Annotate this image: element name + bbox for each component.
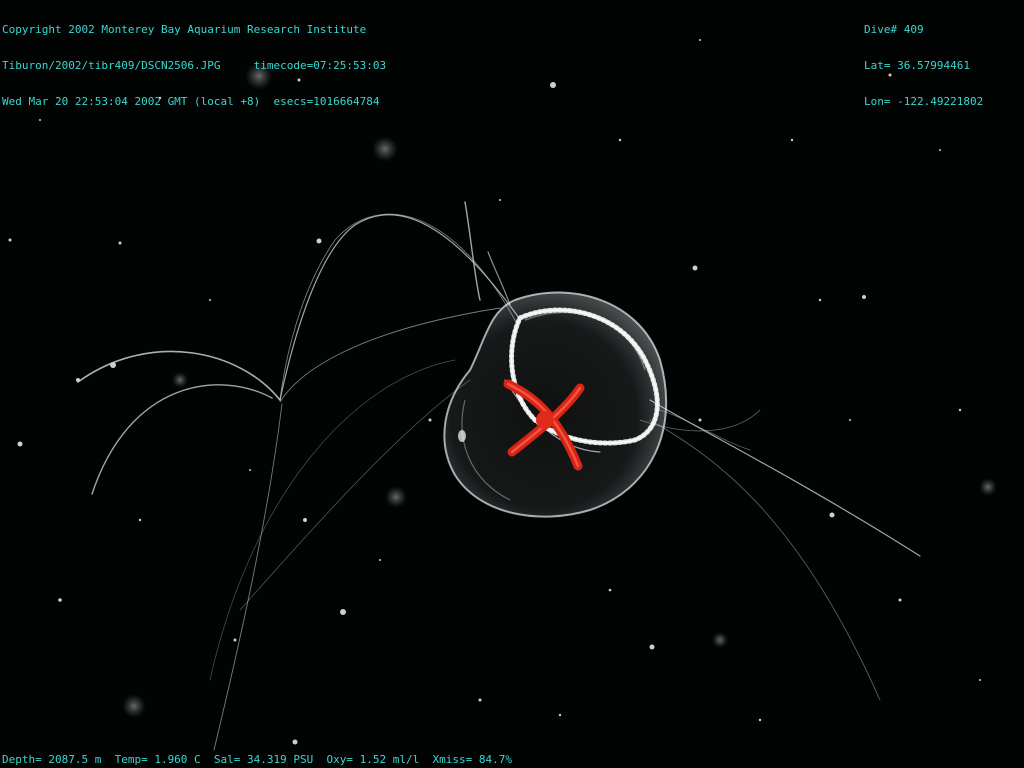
date-esecs-text: Wed Mar 20 22:53:04 2002 GMT (local +8) … bbox=[2, 95, 380, 108]
dive-number-text: Dive# 409 bbox=[864, 23, 924, 36]
file-timecode-text: Tiburon/2002/tibr409/DSCN2506.JPG timeco… bbox=[2, 59, 387, 72]
longitude-text: Lon= -122.49221802 bbox=[864, 95, 984, 108]
overlay-top-right: Dive# 409 Lat= 36.57994461 Lon= -122.492… bbox=[864, 0, 983, 120]
latitude-text: Lat= 36.57994461 bbox=[864, 59, 970, 72]
overlay-bottom-sensors: Depth= 2087.5 m Temp= 1.960 C Sal= 34.31… bbox=[2, 753, 512, 766]
copyright-text: Copyright 2002 Monterey Bay Aquarium Res… bbox=[2, 23, 367, 36]
overlay-top-left: Copyright 2002 Monterey Bay Aquarium Res… bbox=[2, 0, 386, 120]
